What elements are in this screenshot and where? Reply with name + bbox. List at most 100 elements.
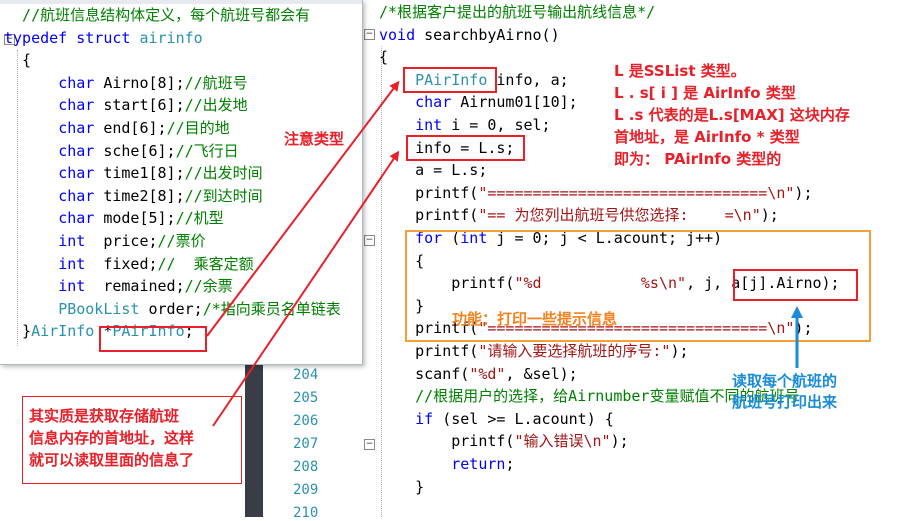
code-token: info, a; [487, 70, 569, 89]
code-line[interactable]: { [379, 46, 388, 68]
code-line[interactable]: printf("输入错误\n"); [379, 430, 628, 452]
code-line[interactable]: printf("===============================\… [379, 182, 812, 204]
fold-toggle-icon[interactable]: − [364, 235, 375, 246]
note-line: L .s 代表的是L.s[MAX] 这块内存 [614, 106, 850, 124]
line-number: 206 [293, 413, 319, 429]
note-line: 航班号打印出来 [732, 393, 838, 411]
code-token: a = L.s; [379, 161, 488, 180]
code-line[interactable]: char time1[8];//出发时间 [4, 162, 263, 184]
code-token: //出发时间 [184, 164, 263, 183]
note-line: 读取每个航班的 [732, 372, 838, 390]
highlight-info-assign [406, 135, 525, 161]
code-token: //航班信息结构体定义，每个航班号都会有 [4, 6, 311, 24]
code-token: (sel >= L.acount) { [433, 409, 614, 428]
code-line[interactable]: //航班信息结构体定义，每个航班号都会有 [4, 4, 310, 26]
code-token: //到达时间 [184, 186, 263, 205]
code-token: "%d" [469, 364, 506, 383]
code-line[interactable]: char end[6];//目的地 [4, 117, 229, 139]
note-line: L 是SSList 类型。 [614, 62, 746, 80]
code-token: printf( [379, 183, 479, 202]
code-token: printf( [379, 432, 515, 451]
code-token: order; [139, 299, 203, 318]
code-line[interactable]: char time2[8];//到达时间 [4, 185, 263, 207]
code-token: , &sel); [505, 364, 578, 383]
line-number: 209 [293, 482, 319, 498]
code-token: "请输入要选择航班的序号:" [478, 342, 671, 360]
code-token: Airnum01[10]; [451, 93, 578, 112]
highlight-airno-access [733, 269, 858, 301]
code-line[interactable]: void searchbyAirno() [379, 24, 560, 46]
code-token: /*根据客户提出的航班号输出航线信息*/ [379, 3, 656, 21]
code-token: char [58, 96, 95, 115]
code-token: //票价 [157, 232, 206, 250]
code-line[interactable]: int remained;//余票 [4, 275, 233, 297]
code-token: Airno[8]; [94, 73, 185, 92]
code-token: char [58, 186, 95, 205]
code-token: sche[6]; [94, 141, 176, 160]
code-line[interactable]: /*根据客户提出的航班号输出航线信息*/ [379, 1, 655, 23]
code-line[interactable]: char mode[5];//机型 [4, 207, 224, 229]
code-token: char [58, 209, 95, 228]
code-line[interactable]: char Airnum01[10]; [379, 91, 578, 113]
struct-definition-peek: − //航班信息结构体定义，每个航班号都会有 typedef struct air… [0, 0, 363, 365]
code-token: AirInfo [31, 322, 95, 341]
note-line: 首地址，是 AirInfo * 类型 [614, 128, 800, 146]
code-token: typedef [4, 28, 68, 47]
code-token: i = 0, sel; [442, 116, 551, 134]
code-line[interactable]: } [379, 476, 424, 498]
code-token: price; [85, 232, 158, 250]
code-line[interactable]: if (sel >= L.acount) { [379, 408, 614, 430]
code-token: printf( [379, 206, 479, 225]
code-token: PBookList [58, 299, 140, 318]
code-line[interactable]: scanf("%d", &sel); [379, 363, 578, 385]
code-token: fixed; [85, 254, 158, 273]
code-line[interactable]: typedef struct airinfo [4, 27, 203, 49]
code-token: //机型 [175, 209, 224, 228]
fold-toggle-icon[interactable]: − [364, 439, 375, 450]
code-token: if [415, 409, 434, 428]
code-token: time1[8]; [94, 164, 185, 183]
code-line[interactable]: return; [379, 453, 514, 475]
code-line[interactable]: printf("请输入要选择航班的序号:"); [379, 340, 689, 362]
code-token: { [4, 51, 32, 70]
code-line[interactable]: int price;//票价 [4, 230, 206, 252]
note-line: L . s[ i ] 是 AirInfo 类型 [614, 84, 796, 102]
code-line[interactable]: char start[6];//出发地 [4, 94, 248, 116]
code-token: time2[8]; [94, 186, 185, 205]
note-essence-box: 其实质是获取存储航班 信息内存的首地址，这样 就可以读取里面的信息了 [22, 396, 242, 484]
code-token: ); [794, 183, 813, 202]
code-token: // 乘客定额 [157, 254, 254, 273]
code-token: printf( [379, 342, 479, 360]
code-token: //出发地 [184, 96, 248, 115]
code-token: /*指向乘员名单链表 [202, 299, 341, 318]
code-token: int [58, 277, 86, 296]
code-line[interactable]: { [4, 49, 31, 71]
code-line[interactable]: int fixed;// 乘客定额 [4, 253, 254, 275]
code-line[interactable]: char sche[6];//飞行日 [4, 140, 238, 162]
code-token: } [379, 477, 425, 496]
code-line[interactable]: PBookList order;/*指向乘员名单链表 [4, 298, 341, 320]
code-token: ); [670, 342, 689, 360]
code-token: end[6]; [94, 119, 167, 137]
code-token: } [4, 322, 32, 341]
code-line[interactable]: int i = 0, sel; [379, 114, 551, 136]
code-token: int [58, 254, 86, 273]
code-token: char [58, 73, 95, 92]
code-line[interactable]: a = L.s; [379, 159, 487, 181]
code-line[interactable]: char Airno[8];//航班号 [4, 72, 248, 94]
code-token: { [379, 48, 389, 67]
highlight-pairinfo-decl [403, 67, 497, 93]
code-line[interactable]: printf("== 为您列出航班号供您选择: =\n"); [379, 204, 779, 226]
code-token: ); [760, 206, 779, 225]
code-token: int [415, 116, 443, 134]
fold-toggle-icon[interactable]: − [364, 29, 375, 40]
